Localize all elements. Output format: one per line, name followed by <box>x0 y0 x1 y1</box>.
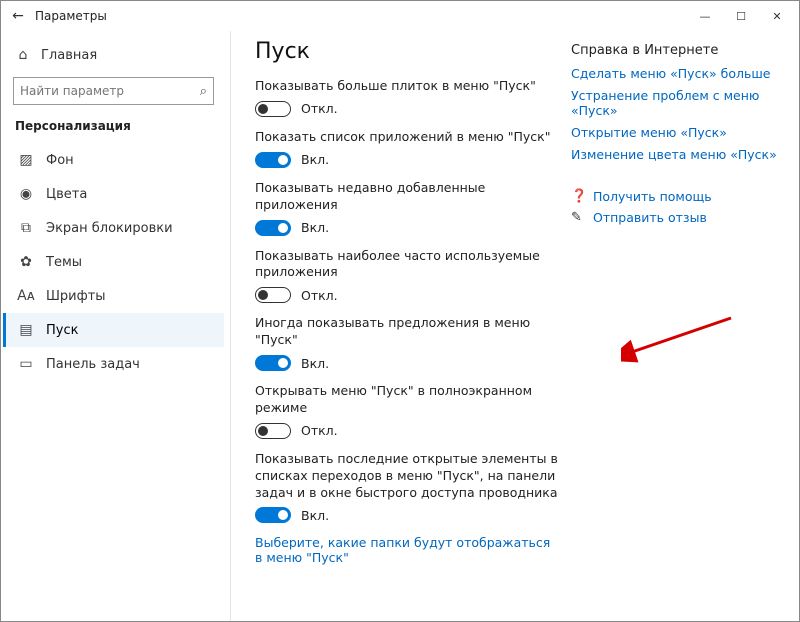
setting-recent-items: Показывать последние открытые элементы в… <box>255 451 561 524</box>
setting-label: Показывать недавно добавленные приложени… <box>255 180 561 214</box>
window-controls: — ☐ ✕ <box>687 2 795 30</box>
setting-fullscreen: Открывать меню "Пуск" в полноэкранном ре… <box>255 383 561 439</box>
palette-icon: ◉ <box>18 186 34 202</box>
close-button[interactable]: ✕ <box>759 2 795 30</box>
toggle-state: Вкл. <box>301 508 329 523</box>
toggle-recent-items[interactable] <box>255 507 291 523</box>
lockscreen-icon: ⧉ <box>18 220 34 236</box>
home-icon: ⌂ <box>15 47 31 63</box>
content: Пуск Показывать больше плиток в меню "Пу… <box>255 35 561 621</box>
setting-suggestions: Иногда показывать предложения в меню "Пу… <box>255 315 561 371</box>
sidebar-item-lockscreen[interactable]: ⧉ Экран блокировки <box>3 211 224 245</box>
sidebar-item-fonts[interactable]: Aᴀ Шрифты <box>3 279 224 313</box>
maximize-button[interactable]: ☐ <box>723 2 759 30</box>
toggle-state: Вкл. <box>301 356 329 371</box>
sidebar-item-colors[interactable]: ◉ Цвета <box>3 177 224 211</box>
setting-label: Показать список приложений в меню "Пуск" <box>255 129 561 146</box>
feedback-link[interactable]: Отправить отзыв <box>593 210 707 225</box>
folders-link[interactable]: Выберите, какие папки будут отображаться… <box>255 535 561 565</box>
toggle-state: Вкл. <box>301 220 329 235</box>
section-label: Персонализация <box>3 115 224 143</box>
toggle-fullscreen[interactable] <box>255 423 291 439</box>
setting-app-list: Показать список приложений в меню "Пуск"… <box>255 129 561 168</box>
setting-recent-apps: Показывать недавно добавленные приложени… <box>255 180 561 236</box>
search-icon: ⌕ <box>200 84 207 99</box>
toggle-suggestions[interactable] <box>255 355 291 371</box>
minimize-button[interactable]: — <box>687 2 723 30</box>
toggle-app-list[interactable] <box>255 152 291 168</box>
toggle-state: Откл. <box>301 288 338 303</box>
setting-label: Показывать больше плиток в меню "Пуск" <box>255 78 561 95</box>
sidebar-item-label: Пуск <box>46 323 78 338</box>
setting-label: Открывать меню "Пуск" в полноэкранном ре… <box>255 383 561 417</box>
themes-icon: ✿ <box>18 254 34 270</box>
get-help-row[interactable]: ❓ Получить помощь <box>571 189 781 204</box>
toggle-state: Откл. <box>301 423 338 438</box>
picture-icon: ▨ <box>18 152 34 168</box>
sidebar-item-label: Цвета <box>46 187 87 202</box>
feedback-row[interactable]: ✎ Отправить отзыв <box>571 210 781 225</box>
toggle-most-used[interactable] <box>255 287 291 303</box>
sidebar-item-background[interactable]: ▨ Фон <box>3 143 224 177</box>
body: ⌂ Главная ⌕ Персонализация ▨ Фон ◉ Цвета… <box>1 31 799 621</box>
taskbar-icon: ▭ <box>18 356 34 372</box>
setting-more-tiles: Показывать больше плиток в меню "Пуск" О… <box>255 78 561 117</box>
setting-label: Показывать последние открытые элементы в… <box>255 451 561 502</box>
help-link[interactable]: Открытие меню «Пуск» <box>571 125 781 140</box>
sidebar-item-label: Темы <box>46 255 82 270</box>
help-heading: Справка в Интернете <box>571 43 781 58</box>
get-help-link[interactable]: Получить помощь <box>593 189 712 204</box>
sidebar-item-start[interactable]: ▤ Пуск <box>3 313 224 347</box>
sidebar-item-themes[interactable]: ✿ Темы <box>3 245 224 279</box>
start-icon: ▤ <box>18 322 34 338</box>
help-icon: ❓ <box>571 189 585 204</box>
sidebar-item-label: Экран блокировки <box>46 221 173 236</box>
toggle-state: Откл. <box>301 101 338 116</box>
window-title: Параметры <box>31 9 687 23</box>
setting-label: Иногда показывать предложения в меню "Пу… <box>255 315 561 349</box>
titlebar: ← Параметры — ☐ ✕ <box>1 1 799 31</box>
home-label: Главная <box>41 48 97 63</box>
feedback-icon: ✎ <box>571 210 585 225</box>
search-input[interactable] <box>20 84 200 98</box>
main: Пуск Показывать больше плиток в меню "Пу… <box>231 31 799 621</box>
sidebar: ⌂ Главная ⌕ Персонализация ▨ Фон ◉ Цвета… <box>1 31 231 621</box>
fonts-icon: Aᴀ <box>18 288 34 304</box>
help-link[interactable]: Устранение проблем с меню «Пуск» <box>571 88 781 118</box>
sidebar-item-label: Фон <box>46 153 74 168</box>
search-box[interactable]: ⌕ <box>13 77 214 105</box>
toggle-state: Вкл. <box>301 152 329 167</box>
settings-window: ← Параметры — ☐ ✕ ⌂ Главная ⌕ Персонализ… <box>0 0 800 622</box>
toggle-more-tiles[interactable] <box>255 101 291 117</box>
sidebar-item-label: Шрифты <box>46 289 106 304</box>
back-button[interactable]: ← <box>5 8 31 24</box>
sidebar-item-taskbar[interactable]: ▭ Панель задач <box>3 347 224 381</box>
setting-most-used: Показывать наиболее часто используемые п… <box>255 248 561 304</box>
setting-label: Показывать наиболее часто используемые п… <box>255 248 561 282</box>
home-link[interactable]: ⌂ Главная <box>3 39 224 71</box>
help-link[interactable]: Сделать меню «Пуск» больше <box>571 66 781 81</box>
page-title: Пуск <box>255 39 561 64</box>
toggle-recent-apps[interactable] <box>255 220 291 236</box>
help-panel: Справка в Интернете Сделать меню «Пуск» … <box>571 35 781 621</box>
sidebar-item-label: Панель задач <box>46 357 140 372</box>
help-link[interactable]: Изменение цвета меню «Пуск» <box>571 147 781 162</box>
